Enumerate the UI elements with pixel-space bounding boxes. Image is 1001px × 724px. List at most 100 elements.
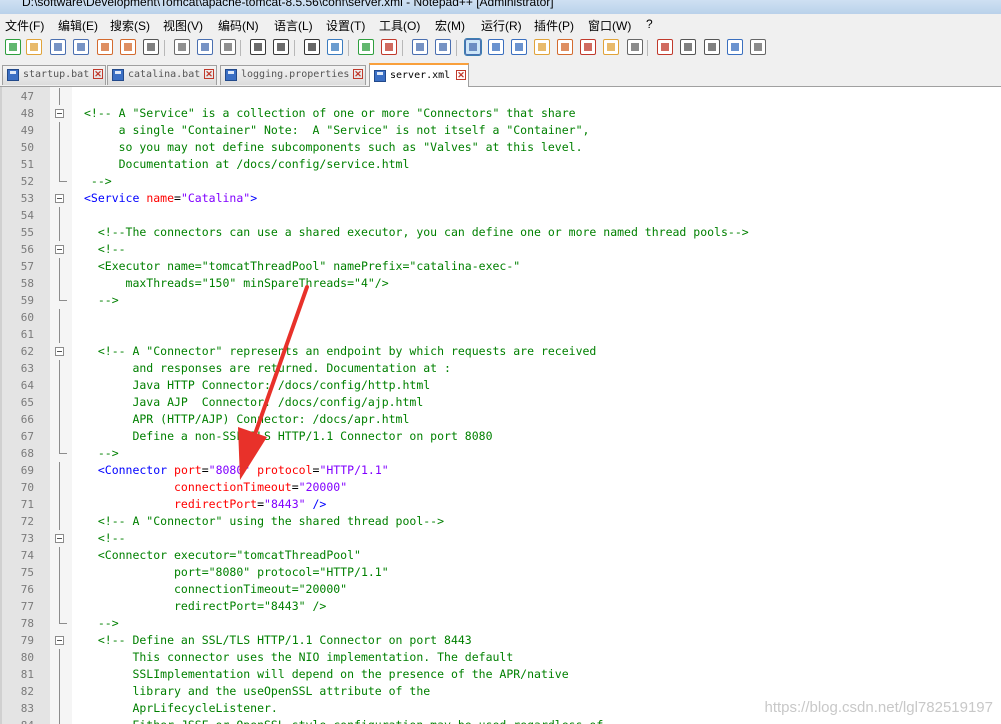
menu-item[interactable]: 宏(M): [435, 17, 465, 34]
folder-as-workspace-icon[interactable]: [603, 39, 619, 55]
print-icon[interactable]: [143, 39, 159, 55]
sync-vertical-icon[interactable]: [412, 39, 428, 55]
menu-item[interactable]: 搜索(S): [110, 17, 150, 34]
code-token: APR (HTTP/AJP) Connector: /docs/apr.html: [84, 412, 410, 426]
zoom-out-icon[interactable]: [381, 39, 397, 55]
print-glyph: [147, 43, 155, 51]
sync-horizontal-icon[interactable]: [435, 39, 451, 55]
code-token: so you may not define subcomponents such…: [84, 140, 583, 154]
menu-item[interactable]: 编辑(E): [58, 17, 98, 34]
save-all-icon[interactable]: [73, 39, 89, 55]
fold-toggle-icon[interactable]: [55, 109, 64, 118]
fold-toggle-icon[interactable]: [55, 347, 64, 356]
file-tab[interactable]: server.xml ✕: [369, 63, 469, 87]
save-macro-icon[interactable]: [750, 39, 766, 55]
code-text: Either JSSE or OpenSSL style configurati…: [84, 717, 603, 724]
line-number: 68: [20, 447, 34, 460]
close-icon[interactable]: [97, 39, 113, 55]
undo-glyph: [254, 43, 262, 51]
open-file-icon[interactable]: [26, 39, 42, 55]
code-token: redirectPort: [84, 497, 258, 511]
tab-bar: startup.bat ✕ catalina.bat ✕ logging.propert…: [0, 62, 1001, 87]
close-tab-icon[interactable]: ✕: [456, 70, 466, 80]
file-tab[interactable]: startup.bat ✕: [2, 65, 106, 85]
fold-guide: [59, 581, 60, 598]
monitoring-icon[interactable]: [627, 39, 643, 55]
menu-item[interactable]: 插件(P): [534, 17, 574, 34]
code-editor[interactable]: 47 48 <!-- A "Service" is a collection of …: [0, 87, 1001, 724]
code-text: <!--: [84, 241, 126, 258]
zoom-in-icon[interactable]: [358, 39, 374, 55]
cut-icon[interactable]: [174, 39, 190, 55]
fold-toggle-icon[interactable]: [55, 534, 64, 543]
code-token: -->: [84, 174, 112, 188]
menu-item[interactable]: 视图(V): [163, 17, 203, 34]
file-saved-icon: [374, 70, 386, 82]
code-text: <Connector port="8080" protocol="HTTP/1.…: [84, 462, 389, 479]
line-number: 79: [20, 634, 34, 647]
code-token: connectionTimeout: [84, 480, 292, 494]
new-file-icon[interactable]: [5, 39, 21, 55]
close-tab-icon[interactable]: ✕: [204, 69, 214, 79]
code-token: library and the useOpenSSL attribute of …: [84, 684, 431, 698]
paste-icon[interactable]: [220, 39, 236, 55]
undo-icon[interactable]: [250, 39, 266, 55]
code-line: 71 redirectPort="8443" />: [2, 496, 1001, 513]
redo-icon[interactable]: [273, 39, 289, 55]
code-token: <!-- Define an SSL/TLS HTTP/1.1 Connecto…: [84, 633, 472, 647]
code-token: "8080": [208, 463, 251, 477]
file-tab[interactable]: logging.properties ✕: [220, 65, 366, 85]
replace-icon[interactable]: [327, 39, 343, 55]
code-text: <!-- A "Service" is a collection of one …: [84, 105, 576, 122]
code-text: <!-- Define an SSL/TLS HTTP/1.1 Connecto…: [84, 632, 472, 649]
show-all-chars-icon[interactable]: [488, 39, 504, 55]
indent-guide-icon[interactable]: [511, 39, 527, 55]
line-number: 54: [20, 209, 34, 222]
user-defined-language-icon[interactable]: [534, 39, 550, 55]
playback-macro-icon[interactable]: [704, 39, 720, 55]
close-glyph: [101, 43, 109, 51]
fold-toggle-icon[interactable]: [55, 194, 64, 203]
menu-item[interactable]: 文件(F): [5, 17, 44, 34]
menu-item[interactable]: 编码(N): [218, 17, 259, 34]
menu-item[interactable]: 窗口(W): [588, 17, 631, 34]
fold-toggle-icon[interactable]: [55, 245, 64, 254]
code-token: "8443": [264, 497, 306, 511]
toolbar-separator: [294, 40, 295, 56]
menu-item[interactable]: 运行(R): [481, 17, 522, 34]
record-macro-icon[interactable]: [657, 39, 673, 55]
function-list-icon[interactable]: [580, 39, 596, 55]
stop-recording-glyph: [684, 43, 692, 51]
tab-label: logging.properties: [241, 69, 350, 80]
close-all-icon[interactable]: [120, 39, 136, 55]
monitoring-glyph: [631, 43, 639, 51]
code-line: 69 <Connector port="8080" protocol="HTTP…: [2, 462, 1001, 479]
run-macro-multiple-icon[interactable]: [727, 39, 743, 55]
save-icon[interactable]: [50, 39, 66, 55]
file-tab[interactable]: catalina.bat ✕: [107, 65, 217, 85]
line-number: 76: [20, 583, 34, 596]
line-number: 52: [20, 175, 34, 188]
copy-icon[interactable]: [197, 39, 213, 55]
menu-item[interactable]: 语言(L): [274, 17, 313, 34]
window-title: D:\software\Development\Tomcat\apache-to…: [22, 0, 554, 9]
toolbar-separator: [647, 40, 648, 56]
file-saved-icon: [7, 69, 19, 81]
menu-item[interactable]: 工具(O): [379, 17, 420, 34]
fold-toggle-icon[interactable]: [55, 636, 64, 645]
close-tab-icon[interactable]: ✕: [93, 69, 103, 79]
word-wrap-icon[interactable]: [464, 38, 482, 56]
document-map-icon[interactable]: [557, 39, 573, 55]
line-number: 72: [20, 515, 34, 528]
find-icon[interactable]: [304, 39, 320, 55]
close-tab-icon[interactable]: ✕: [353, 69, 363, 79]
stop-recording-icon[interactable]: [680, 39, 696, 55]
close-all-glyph: [124, 43, 132, 51]
code-token: port="8080" protocol="HTTP/1.1": [84, 565, 389, 579]
code-token: =: [201, 463, 209, 477]
menu-item[interactable]: 设置(T): [326, 17, 365, 34]
code-token: Define a non-SSL/TLS HTTP/1.1 Connector …: [84, 429, 493, 443]
menu-item[interactable]: ?: [646, 17, 653, 31]
code-text: Define a non-SSL/TLS HTTP/1.1 Connector …: [84, 428, 493, 445]
fold-guide: [59, 479, 60, 496]
